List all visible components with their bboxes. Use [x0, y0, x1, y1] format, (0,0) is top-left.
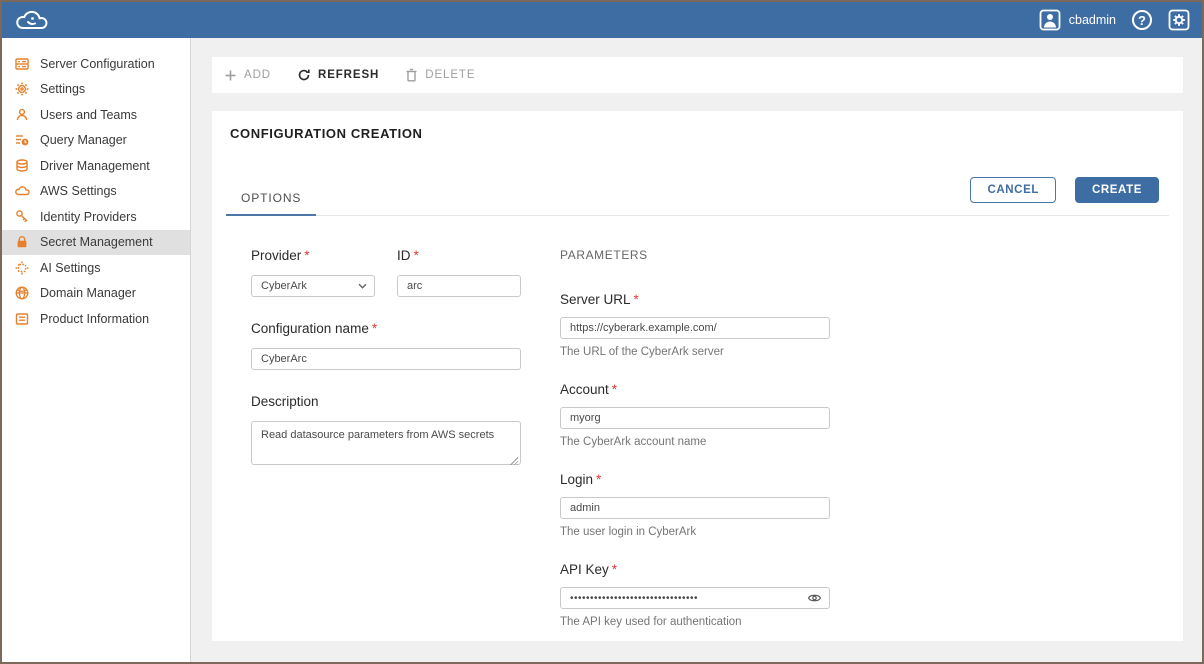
login-group: Login* The user login in CyberArk [560, 472, 830, 538]
user-name: cbadmin [1069, 13, 1116, 27]
eye-icon[interactable] [807, 593, 822, 604]
login-label: Login* [560, 472, 830, 487]
sidebar-item-domain-manager[interactable]: Domain Manager [2, 281, 190, 307]
account-group: Account* The CyberArk account name [560, 382, 830, 448]
user-chip[interactable]: cbadmin [1039, 9, 1116, 31]
server-url-hint: The URL of the CyberArk server [560, 346, 830, 358]
provider-label: Provider* [251, 248, 375, 263]
sidebar-item-label: Identity Providers [40, 210, 137, 224]
sidebar-item-label: Domain Manager [40, 286, 136, 300]
sidebar-item-label: Query Manager [40, 133, 127, 147]
sidebar-item-aws-settings[interactable]: AWS Settings [2, 179, 190, 205]
plus-icon [224, 69, 237, 82]
chip-icon [14, 260, 30, 276]
gear-icon [14, 81, 30, 97]
settings-gear-icon[interactable] [1168, 9, 1190, 31]
sidebar-item-label: AI Settings [40, 261, 100, 275]
sidebar-item-label: Product Information [40, 312, 149, 326]
app-window: cbadmin ? [2, 2, 1202, 662]
delete-button[interactable]: DELETE [405, 68, 475, 82]
resize-handle-icon[interactable] [509, 456, 518, 465]
sidebar-item-label: AWS Settings [40, 184, 117, 198]
cloudbeaver-logo-icon[interactable] [10, 5, 54, 35]
cancel-button[interactable]: CANCEL [970, 177, 1056, 203]
id-input[interactable] [397, 275, 521, 297]
account-hint: The CyberArk account name [560, 436, 830, 448]
server-url-group: Server URL* The URL of the CyberArk serv… [560, 292, 830, 358]
configuration-name-label: Configuration name* [251, 321, 521, 336]
header-actions: cbadmin ? [1039, 9, 1190, 31]
provider-selected-value: CyberArk [261, 280, 307, 292]
server-url-input[interactable] [560, 317, 830, 339]
trash-icon [405, 68, 418, 82]
required-asterisk: * [634, 292, 639, 307]
admin-sidebar: Server Configuration Settings [2, 38, 191, 662]
server-url-label: Server URL* [560, 292, 830, 307]
help-icon[interactable]: ? [1132, 10, 1152, 30]
globe-icon [14, 285, 30, 301]
api-key-input[interactable] [560, 587, 830, 609]
configuration-creation-panel: CONFIGURATION CREATION CANCEL CREATE OPT… [212, 111, 1183, 641]
login-input[interactable] [560, 497, 830, 519]
sidebar-item-users-and-teams[interactable]: Users and Teams [2, 102, 190, 128]
chevron-down-icon [358, 283, 367, 289]
required-asterisk: * [304, 248, 309, 263]
document-icon [14, 311, 30, 327]
sidebar-item-secret-management[interactable]: Secret Management [2, 230, 190, 256]
api-key-label: API Key* [560, 562, 830, 577]
api-key-hint: The API key used for authentication [560, 616, 830, 628]
required-asterisk: * [612, 562, 617, 577]
top-header-bar: cbadmin ? [2, 2, 1202, 38]
account-input[interactable] [560, 407, 830, 429]
description-label: Description [251, 394, 521, 409]
required-asterisk: * [372, 321, 377, 336]
form-actions: CANCEL CREATE [970, 177, 1159, 203]
login-hint: The user login in CyberArk [560, 526, 830, 538]
sidebar-item-server-configuration[interactable]: Server Configuration [2, 51, 190, 77]
database-icon [14, 158, 30, 174]
refresh-button[interactable]: REFRESH [297, 68, 379, 82]
server-configuration-icon [14, 56, 30, 72]
form-parameters-column: PARAMETERS Server URL* The URL of the Cy… [560, 248, 830, 628]
sidebar-item-product-information[interactable]: Product Information [2, 306, 190, 332]
add-button[interactable]: ADD [224, 69, 271, 82]
parameters-section-label: PARAMETERS [560, 248, 830, 262]
form-left-column: Provider* CyberArk [251, 248, 521, 628]
sidebar-item-ai-settings[interactable]: AI Settings [2, 255, 190, 281]
required-asterisk: * [612, 382, 617, 397]
cloud-icon [14, 183, 30, 199]
sidebar-item-label: Secret Management [40, 235, 153, 249]
configuration-form: Provider* CyberArk [251, 248, 1165, 628]
create-button[interactable]: CREATE [1075, 177, 1159, 203]
required-asterisk: * [596, 472, 601, 487]
page-title: CONFIGURATION CREATION [230, 126, 1165, 141]
tab-options[interactable]: OPTIONS [226, 183, 316, 216]
account-label: Account* [560, 382, 830, 397]
key-icon [14, 209, 30, 225]
sidebar-item-driver-management[interactable]: Driver Management [2, 153, 190, 179]
provider-select[interactable]: CyberArk [251, 275, 375, 297]
refresh-icon [297, 68, 311, 82]
sidebar-item-label: Driver Management [40, 159, 150, 173]
user-avatar-icon [1039, 9, 1061, 31]
toolbar: ADD REFRESH DELETE [212, 57, 1183, 93]
sidebar-item-settings[interactable]: Settings [2, 77, 190, 103]
query-history-icon [14, 132, 30, 148]
sidebar-item-label: Server Configuration [40, 57, 155, 71]
configuration-name-input[interactable] [251, 348, 521, 370]
sidebar-item-identity-providers[interactable]: Identity Providers [2, 204, 190, 230]
main-area: ADD REFRESH DELETE [191, 38, 1202, 662]
sidebar-item-label: Settings [40, 82, 85, 96]
description-textarea[interactable]: Read datasource parameters from AWS secr… [251, 421, 521, 465]
sidebar-item-query-manager[interactable]: Query Manager [2, 128, 190, 154]
user-icon [14, 107, 30, 123]
sidebar-item-label: Users and Teams [40, 108, 137, 122]
api-key-group: API Key* T [560, 562, 830, 628]
required-asterisk: * [414, 248, 419, 263]
lock-icon [14, 234, 30, 250]
id-label: ID* [397, 248, 521, 263]
